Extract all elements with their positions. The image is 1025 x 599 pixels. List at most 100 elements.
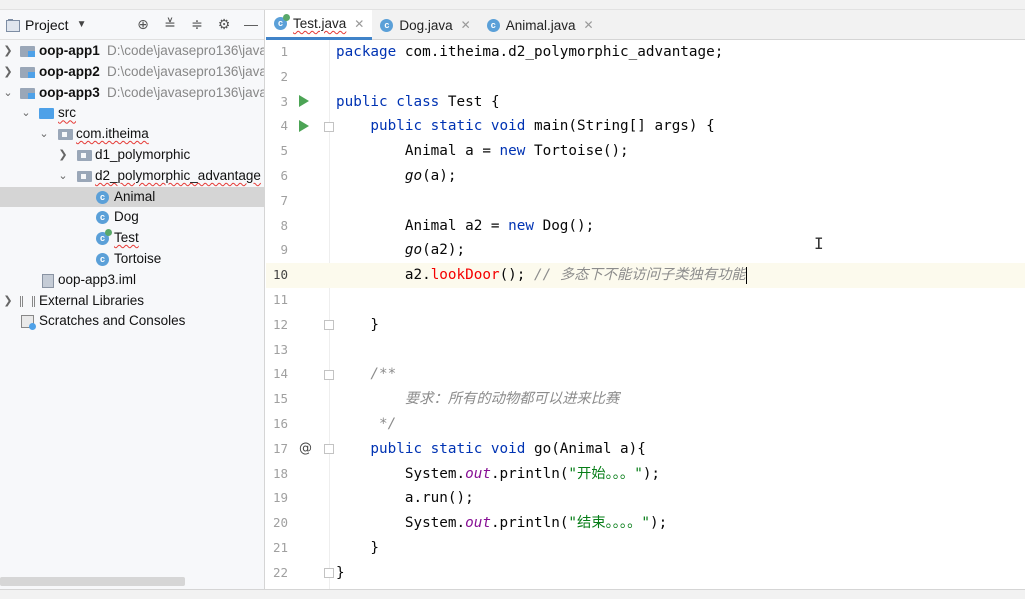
module-folder-icon bbox=[20, 46, 35, 57]
tree-item-test[interactable]: c Test bbox=[0, 228, 264, 249]
horizontal-scrollbar[interactable] bbox=[0, 577, 185, 586]
chevron-down-icon[interactable]: ⌄ bbox=[58, 166, 68, 187]
chevron-right-icon[interactable]: ❯ bbox=[58, 145, 68, 166]
code-line: } bbox=[336, 540, 380, 556]
tree-item-iml[interactable]: oop-app3.iml bbox=[0, 270, 264, 291]
line-number: 10 bbox=[272, 267, 288, 283]
close-icon[interactable]: ✕ bbox=[461, 18, 471, 32]
module-folder-icon bbox=[20, 87, 35, 99]
scratches-icon bbox=[21, 315, 36, 331]
tree-item-scratches[interactable]: Scratches and Consoles bbox=[0, 311, 264, 332]
tree-item-d1-polymorphic[interactable]: ❯ d1_polymorphic bbox=[0, 145, 264, 166]
tree-item-com-itheima[interactable]: ⌄ com.itheima bbox=[0, 124, 264, 145]
tab-label: Test.java bbox=[293, 16, 347, 31]
tab-dog-java[interactable]: c Dog.java ✕ bbox=[372, 10, 478, 40]
tree-item-animal[interactable]: c Animal bbox=[0, 186, 264, 208]
line-number: 22 bbox=[272, 564, 288, 580]
line-number: 16 bbox=[272, 416, 288, 431]
line-number: 6 bbox=[280, 168, 288, 183]
code-line: 要求：所有的动物都可以进来比赛 bbox=[336, 391, 620, 408]
class-icon: c bbox=[380, 18, 394, 32]
line-number: 13 bbox=[272, 341, 288, 357]
chevron-right-icon[interactable]: ❯ bbox=[3, 62, 13, 83]
line-number: 17 bbox=[272, 440, 288, 456]
line-number: 12 bbox=[272, 316, 288, 332]
tree-item-label: oop-app3.iml bbox=[58, 271, 137, 287]
source-folder-icon bbox=[39, 108, 54, 120]
tree-item-oop-app2[interactable]: ❯ oop-app2 D:\code\javasepro136\java bbox=[0, 62, 264, 83]
chevron-right-icon[interactable]: ❯ bbox=[3, 291, 13, 312]
tree-item-src[interactable]: ⌄ src bbox=[0, 103, 264, 124]
package-icon bbox=[58, 129, 73, 141]
tree-item-label: com.itheima bbox=[76, 126, 149, 142]
line-number: 14 bbox=[272, 366, 288, 382]
class-icon: c bbox=[96, 252, 109, 266]
run-class-icon[interactable] bbox=[299, 95, 309, 108]
tree-item-label: Tortoise bbox=[114, 250, 162, 266]
expand-all-icon[interactable]: ≚ bbox=[163, 16, 177, 32]
runnable-class-icon: c bbox=[96, 229, 112, 246]
package-icon bbox=[77, 170, 92, 182]
tree-item-label: Animal bbox=[114, 188, 156, 204]
collapse-all-icon[interactable]: ≑ bbox=[190, 16, 204, 32]
tab-animal-java[interactable]: c Animal.java ✕ bbox=[479, 10, 602, 40]
tree-item-path: D:\code\javasepro136\java bbox=[107, 43, 264, 58]
ide-window: Project ▼ ⊕ ≚ ≑ ⚙ — ❯ oop-app1 D:\code\j… bbox=[0, 0, 1025, 599]
hide-icon[interactable]: — bbox=[244, 16, 258, 32]
line-number: 9 bbox=[280, 242, 288, 258]
library-icon bbox=[20, 295, 35, 307]
code-line: Animal a2 = new Dog(); bbox=[336, 217, 595, 234]
close-icon[interactable]: ✕ bbox=[354, 17, 364, 31]
code-line: package com.itheima.d2_polymorphic_advan… bbox=[336, 44, 724, 60]
tab-label: Animal.java bbox=[505, 17, 576, 33]
chevron-down-icon[interactable]: ⌄ bbox=[39, 124, 49, 145]
code-line: } bbox=[336, 316, 380, 333]
breadcrumb-bar bbox=[0, 0, 1025, 10]
code-area[interactable]: package com.itheima.d2_polymorphic_advan… bbox=[330, 40, 1025, 589]
locate-icon[interactable]: ⊕ bbox=[136, 16, 150, 32]
editor-tabs: c Test.java ✕ c Dog.java ✕ c Animal.java… bbox=[266, 10, 1025, 40]
project-view-selector[interactable]: Project bbox=[25, 17, 69, 33]
status-bar bbox=[0, 589, 1025, 599]
line-number: 20 bbox=[272, 515, 288, 531]
tree-item-dog[interactable]: c Dog bbox=[0, 207, 264, 228]
tree-item-d2-polymorphic-advantage[interactable]: ⌄ d2_polymorphic_advantage bbox=[0, 166, 264, 187]
chevron-down-icon[interactable]: ⌄ bbox=[3, 83, 13, 104]
tree-item-oop-app1[interactable]: ❯ oop-app1 D:\code\javasepro136\java bbox=[0, 41, 264, 62]
project-panel: Project ▼ ⊕ ≚ ≑ ⚙ — ❯ oop-app1 D:\code\j… bbox=[0, 10, 265, 589]
chevron-down-icon[interactable]: ⌄ bbox=[21, 103, 31, 124]
code-line: } bbox=[336, 564, 345, 581]
tree-item-label: src bbox=[58, 105, 76, 121]
tree-item-oop-app3[interactable]: ⌄ oop-app3 D:\code\javasepro136\java bbox=[0, 83, 264, 104]
iml-file-icon bbox=[42, 273, 54, 288]
package-icon bbox=[77, 149, 92, 161]
module-folder-icon bbox=[20, 66, 35, 78]
tab-label: Dog.java bbox=[399, 17, 453, 33]
line-number: 11 bbox=[272, 292, 288, 307]
gear-icon[interactable]: ⚙ bbox=[217, 16, 231, 32]
project-tree: ❯ oop-app1 D:\code\javasepro136\java ❯ o… bbox=[0, 41, 264, 332]
chevron-right-icon[interactable]: ❯ bbox=[3, 41, 13, 62]
tree-item-tortoise[interactable]: c Tortoise bbox=[0, 249, 264, 270]
close-icon[interactable]: ✕ bbox=[583, 18, 593, 32]
tree-item-path: D:\code\javasepro136\java bbox=[107, 63, 264, 79]
code-line: go(a); bbox=[336, 168, 457, 184]
tree-item-external-libraries[interactable]: ❯ External Libraries bbox=[0, 291, 264, 312]
line-number: 5 bbox=[280, 143, 288, 159]
tree-item-label: oop-app1 bbox=[39, 43, 100, 58]
code-line: public class Test { bbox=[336, 93, 500, 110]
code-editor[interactable]: 1 2 3 4 5 6 7 8 9 10 11 12 13 14 15 16 1… bbox=[266, 40, 1025, 589]
line-number: 1 bbox=[280, 44, 288, 59]
chevron-down-icon[interactable]: ▼ bbox=[77, 19, 87, 30]
method-usage-icon[interactable]: @ bbox=[299, 441, 312, 456]
tree-item-label: Scratches and Consoles bbox=[39, 313, 186, 329]
run-main-icon[interactable] bbox=[299, 120, 309, 133]
tab-test-java[interactable]: c Test.java ✕ bbox=[266, 10, 373, 40]
line-number: 3 bbox=[280, 93, 288, 109]
code-line: public static void main(String[] args) { bbox=[336, 118, 715, 135]
project-panel-header: Project ▼ ⊕ ≚ ≑ ⚙ — bbox=[0, 10, 264, 40]
class-icon: c bbox=[96, 211, 109, 225]
tree-item-path: D:\code\javasepro136\java bbox=[107, 84, 264, 100]
line-number: 7 bbox=[280, 192, 288, 208]
project-icon bbox=[6, 18, 20, 32]
